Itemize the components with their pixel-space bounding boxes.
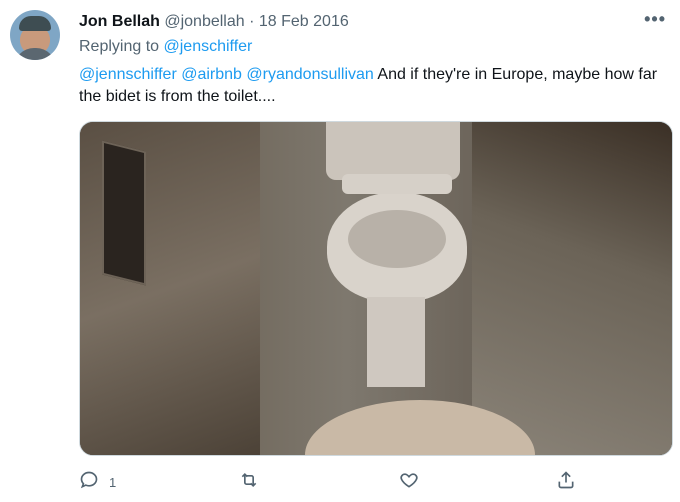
tweet: Jon Bellah @jonbellah · 18 Feb 2016 ••• … [0,0,680,502]
share-icon [556,470,576,495]
mention-link[interactable]: @jennschiffer [79,66,177,83]
avatar[interactable] [10,10,60,60]
tweet-date[interactable]: 18 Feb 2016 [259,13,349,30]
tweet-actions: 1 [79,468,679,496]
retweet-icon [239,470,259,495]
mention-link[interactable]: @ryandonsullivan [246,66,373,83]
header-separator: · [249,13,255,30]
photo-toilet-tank [326,122,460,180]
like-button[interactable] [399,468,419,496]
photo-vent [102,140,146,286]
avatar-cap [19,16,51,31]
photo-right-wall [472,122,672,455]
like-icon [399,470,419,495]
photo-toilet-pedestal [367,297,425,387]
tweet-header: Jon Bellah @jonbellah · 18 Feb 2016 [79,12,349,32]
replying-to-label: Replying to [79,38,160,55]
share-button[interactable] [556,468,576,496]
mention-link[interactable]: @airbnb [181,66,242,83]
reply-button[interactable]: 1 [79,468,116,496]
photo-toilet-lid [342,174,452,194]
author-name[interactable]: Jon Bellah [79,13,160,30]
reply-icon [79,470,99,495]
tweet-text: @jennschiffer @airbnb @ryandonsullivan A… [79,64,669,108]
author-handle[interactable]: @jonbellah [164,13,244,30]
reply-count: 1 [109,474,117,490]
photo-toilet-bowl-inner [348,210,446,268]
replying-to-line: Replying to @jenschiffer [79,37,252,57]
more-horizontal-icon[interactable]: ••• [644,10,666,28]
retweet-button[interactable] [239,468,259,496]
tweet-photo[interactable] [79,121,673,456]
replying-to-handle[interactable]: @jenschiffer [164,38,253,55]
avatar-shirt [14,48,56,60]
